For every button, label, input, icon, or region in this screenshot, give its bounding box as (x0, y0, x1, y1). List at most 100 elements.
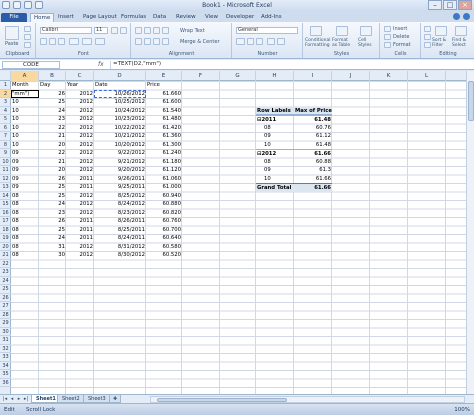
row-header-21[interactable]: 21 (0, 251, 11, 260)
currency-icon[interactable] (236, 38, 245, 45)
column-header-a[interactable]: A (11, 71, 39, 81)
align-middle-icon[interactable] (144, 27, 151, 34)
row-header-26[interactable]: 26 (0, 294, 11, 302)
table-cell[interactable]: 2012 (66, 158, 94, 167)
vertical-scroll-thumb[interactable] (468, 81, 474, 121)
table-cell[interactable]: 31 (39, 243, 66, 252)
format-painter-icon[interactable] (24, 42, 31, 48)
table-cell[interactable]: 08 (11, 234, 39, 243)
comma-icon[interactable] (256, 38, 263, 45)
table-cell[interactable]: 24 (39, 107, 66, 116)
table-cell[interactable]: 10 (11, 115, 39, 124)
table-cell[interactable]: 26 (39, 175, 66, 184)
row-header-31[interactable]: 31 (0, 336, 11, 345)
autosum-icon[interactable] (424, 26, 431, 32)
table-cell[interactable]: 9/26/2011 (94, 175, 146, 184)
percent-icon[interactable] (247, 38, 254, 45)
table-cell[interactable]: 10/22/2012 (94, 124, 146, 133)
table-cell[interactable]: 30 (39, 251, 66, 260)
formula-input[interactable]: =TEXT(D2,"mm") (110, 61, 472, 69)
table-cell[interactable]: 09 (11, 158, 39, 167)
table-cell[interactable]: 9/20/2012 (94, 166, 146, 175)
table-header[interactable]: Price (146, 81, 182, 90)
sort-filter-icon[interactable] (435, 26, 447, 36)
bold-icon[interactable] (40, 38, 47, 45)
table-cell[interactable]: 23 (39, 115, 66, 124)
row-header-23[interactable]: 23 (0, 268, 11, 277)
table-cell[interactable]: 10 (11, 141, 39, 150)
conditional-formatting-icon[interactable] (310, 26, 322, 36)
table-cell[interactable]: 10/25/2012 (94, 98, 146, 107)
table-cell[interactable]: 61.120 (146, 166, 182, 175)
table-cell[interactable]: 09 (11, 183, 39, 192)
row-header-11[interactable]: 11 (0, 166, 11, 175)
column-header-j[interactable]: J (332, 71, 370, 81)
format-as-table-button[interactable]: Format as Table (332, 38, 354, 48)
pivot-value[interactable]: 61.48 (294, 141, 332, 150)
table-cell[interactable]: 61.420 (146, 124, 182, 133)
table-cell[interactable]: 10 (11, 98, 39, 107)
table-cell[interactable]: 10/23/2012 (94, 115, 146, 124)
row-header-13[interactable]: 13 (0, 183, 11, 192)
table-cell[interactable]: 2012 (66, 98, 94, 107)
table-cell[interactable]: 61.240 (146, 149, 182, 158)
table-cell[interactable]: 24 (39, 234, 66, 243)
pivot-grand-total-label[interactable]: Grand Total (256, 183, 294, 192)
table-cell[interactable]: 09 (11, 149, 39, 158)
pivot-grand-total-value[interactable]: 61.66 (294, 183, 332, 192)
table-cell[interactable]: 10/24/2012 (94, 107, 146, 116)
pivot-header-value[interactable]: Max of Price (294, 107, 332, 116)
column-header-l[interactable]: L (408, 71, 446, 81)
row-header-9[interactable]: 9 (0, 149, 11, 158)
table-cell[interactable]: 61.360 (146, 132, 182, 141)
pivot-month-label[interactable]: 10 (256, 175, 294, 184)
row-header-25[interactable]: 25 (0, 285, 11, 294)
pivot-month-label[interactable]: 08 (256, 124, 294, 133)
help-icon[interactable] (463, 13, 470, 20)
row-header-35[interactable]: 35 (0, 370, 11, 379)
delete-button[interactable]: Delete (393, 34, 409, 40)
align-center-icon[interactable] (144, 38, 151, 45)
column-header-c[interactable]: C (66, 71, 94, 81)
row-header-12[interactable]: 12 (0, 175, 11, 183)
table-cell[interactable]: 2012 (66, 251, 94, 260)
pivot-value[interactable]: 61.12 (294, 132, 332, 141)
table-cell[interactable]: 2012 (66, 166, 94, 175)
column-header-i[interactable]: I (294, 71, 332, 81)
worksheet-grid[interactable]: Month Day Year Date Price "mm") 26 2012 10/26/20… (11, 81, 466, 394)
table-cell[interactable]: 21 (39, 158, 66, 167)
italic-icon[interactable] (49, 38, 56, 45)
row-header-19[interactable]: 19 (0, 234, 11, 243)
row-header-7[interactable]: 7 (0, 132, 11, 141)
align-bottom-icon[interactable] (153, 27, 160, 34)
table-cell[interactable]: 08 (11, 192, 39, 201)
table-cell[interactable]: 2012 (66, 107, 94, 116)
row-header-16[interactable]: 16 (0, 209, 11, 217)
table-header[interactable]: Day (39, 81, 66, 90)
find-select-button[interactable]: Find & Select (452, 38, 472, 48)
sheet-tab-sheet3[interactable]: Sheet3 (83, 395, 111, 403)
last-sheet-icon[interactable]: ▸| (23, 396, 29, 403)
row-header-4[interactable]: 4 (0, 107, 11, 115)
fill-icon[interactable] (424, 34, 431, 40)
row-header-27[interactable]: 27 (0, 302, 11, 311)
table-cell[interactable]: 60.700 (146, 226, 182, 235)
table-cell[interactable]: 2012 (66, 149, 94, 158)
find-select-icon[interactable] (455, 26, 467, 36)
indent-icon[interactable] (162, 38, 169, 45)
table-cell[interactable]: 2012 (66, 90, 94, 99)
sheet-tab-sheet2[interactable]: Sheet2 (57, 395, 85, 403)
table-cell[interactable]: 8/24/2011 (94, 234, 146, 243)
table-cell[interactable]: 60.520 (146, 251, 182, 260)
sort-filter-button[interactable]: Sort & Filter (432, 38, 450, 48)
table-cell[interactable]: 2011 (66, 183, 94, 192)
table-cell[interactable]: 61.540 (146, 107, 182, 116)
number-format-box[interactable]: General (236, 27, 298, 34)
row-header-8[interactable]: 8 (0, 141, 11, 149)
paste-icon[interactable] (5, 26, 19, 40)
table-cell[interactable]: 61.000 (146, 183, 182, 192)
pivot-month-label[interactable]: 10 (256, 141, 294, 150)
row-header-10[interactable]: 10 (0, 158, 11, 166)
table-cell[interactable]: 9/21/2012 (94, 158, 146, 167)
table-cell[interactable]: 08 (11, 200, 39, 209)
